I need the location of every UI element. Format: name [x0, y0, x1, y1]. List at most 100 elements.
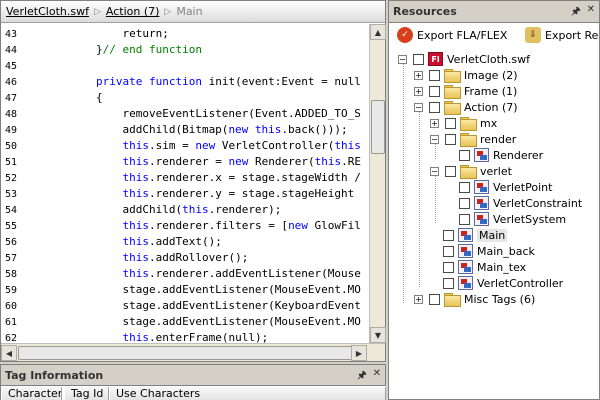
tree-item-main-back[interactable]: Main_back [443, 243, 535, 259]
tree-item-verletconstraint[interactable]: VerletConstraint [459, 195, 582, 211]
editor-vertical-scrollbar[interactable]: ▲ ▼ [369, 24, 386, 343]
code-text: stage.addEventListener(MouseEvent.MO [43, 283, 361, 296]
tree-item-render[interactable]: − render [430, 131, 516, 147]
collapse-icon[interactable]: − [398, 54, 407, 64]
code-line[interactable]: 45 [1, 58, 369, 74]
code-text: stage.addEventListener(MouseEvent.MO [43, 315, 361, 328]
code-line[interactable]: 49 addChild(Bitmap(new this.back())); [1, 122, 369, 138]
tree-checkbox[interactable] [429, 85, 440, 97]
tree-checkbox[interactable] [429, 293, 440, 305]
tree-checkbox[interactable] [443, 245, 454, 257]
code-line[interactable]: 56 this.addText(); [1, 234, 369, 250]
collapse-icon[interactable]: − [430, 134, 439, 144]
code-text: removeEventListener(Event.ADDED_TO_S [43, 107, 361, 120]
code-line[interactable]: 44 }// end function [1, 42, 369, 58]
export-resources-label: Export Reso [545, 28, 599, 42]
tree-checkbox[interactable] [445, 133, 456, 145]
tree-label: Main [477, 228, 508, 242]
resources-title: Resources [393, 5, 457, 18]
scroll-up-icon[interactable]: ▲ [370, 24, 386, 40]
code-line[interactable]: 43 return; [1, 26, 369, 42]
tree-item-main[interactable]: Main [443, 227, 508, 243]
editor-horizontal-scrollbar[interactable]: ◀ ▶ [1, 343, 385, 361]
expand-icon[interactable]: + [414, 70, 423, 80]
code-line[interactable]: 58 this.renderer.addEventListener(Mouse [1, 266, 369, 282]
folder-icon [444, 69, 461, 83]
scroll-right-icon[interactable]: ▶ [351, 345, 367, 361]
code-text: this.addText(); [122, 235, 222, 248]
tree-item-mx[interactable]: + mx [430, 115, 497, 131]
as-class-icon [474, 148, 489, 162]
tree-label: Renderer [493, 148, 544, 162]
tree-checkbox[interactable] [445, 165, 456, 177]
code-line[interactable]: 50 this.sim = new VerletController(this [1, 138, 369, 154]
code-line[interactable]: 46 private function init(event:Event = n… [1, 74, 369, 90]
collapse-icon[interactable]: − [414, 102, 423, 112]
column-header-use-characters[interactable]: Use Characters [110, 387, 386, 400]
code-line[interactable]: 54 addChild(this.renderer); [1, 202, 369, 218]
scroll-thumb-horizontal[interactable] [18, 346, 358, 360]
tree-checkbox[interactable] [443, 261, 454, 273]
tree-item-verletcontroller[interactable]: VerletController [443, 275, 563, 291]
tree-item-image[interactable]: + Image (2) [414, 67, 518, 83]
breadcrumb-item-action[interactable]: Action (7) [106, 5, 160, 18]
code-text-area[interactable]: 43 return; 44 }// end function 45 46 privat… [1, 24, 369, 343]
line-number: 51 [5, 157, 18, 168]
breadcrumb-item-swf[interactable]: VerletCloth.swf [6, 5, 89, 18]
tree-label: Main_tex [477, 260, 527, 274]
resources-tree: − Fl VerletCloth.swf + Image (2) + Frame… [389, 47, 599, 399]
export-resources-button[interactable]: ⇩ Export Reso [525, 26, 599, 44]
code-line[interactable]: 55 this.renderer.filters = [new GlowFil [1, 218, 369, 234]
tree-checkbox[interactable] [429, 69, 440, 81]
tree-item-verletpoint[interactable]: VerletPoint [459, 179, 552, 195]
tree-item-action[interactable]: − Action (7) [414, 99, 518, 115]
tree-checkbox[interactable] [459, 149, 470, 161]
tree-item-swf[interactable]: − Fl VerletCloth.swf [398, 51, 530, 67]
line-number: 44 [5, 45, 18, 56]
code-line[interactable]: 59 stage.addEventListener(MouseEvent.MO [1, 282, 369, 298]
code-line[interactable]: 52 this.renderer.x = stage.stageWidth / [1, 170, 369, 186]
close-icon[interactable]: ✕ [373, 368, 381, 385]
code-editor-panel: VerletCloth.swf ▷ Action (7) ▷ Main 43 r… [0, 0, 386, 362]
pin-icon[interactable]: 🖈 [357, 368, 366, 385]
code-line[interactable]: 61 stage.addEventListener(MouseEvent.MO [1, 314, 369, 330]
column-header-character[interactable]: Character [2, 387, 62, 400]
expand-icon[interactable]: + [430, 118, 439, 128]
as-class-icon [474, 212, 489, 226]
tree-item-frame[interactable]: + Frame (1) [414, 83, 517, 99]
scroll-left-icon[interactable]: ◀ [1, 345, 17, 361]
tree-item-misc-tags[interactable]: + Misc Tags (6) [414, 291, 535, 307]
close-icon[interactable]: ✕ [587, 4, 595, 21]
tree-checkbox[interactable] [459, 197, 470, 209]
tree-checkbox[interactable] [429, 101, 440, 113]
tree-checkbox[interactable] [413, 53, 424, 65]
tree-checkbox[interactable] [443, 229, 454, 241]
expand-icon[interactable]: + [414, 294, 423, 304]
expand-icon[interactable]: + [414, 86, 423, 96]
code-line[interactable]: 47 { [1, 90, 369, 106]
code-text: stage.addEventListener(KeyboardEvent [43, 299, 361, 312]
scroll-thumb[interactable] [371, 100, 385, 154]
column-header-tag-id[interactable]: Tag Id [65, 387, 109, 400]
tree-checkbox[interactable] [443, 277, 454, 289]
code-line[interactable]: 60 stage.addEventListener(KeyboardEvent [1, 298, 369, 314]
code-line[interactable]: 57 this.addRollover(); [1, 250, 369, 266]
pin-icon[interactable]: 🖈 [571, 4, 580, 21]
tree-item-verletsystem[interactable]: VerletSystem [459, 211, 566, 227]
as-class-icon [458, 244, 473, 258]
export-fla-button[interactable]: ✓ Export FLA/FLEX [397, 26, 507, 44]
tree-item-renderer[interactable]: Renderer [459, 147, 543, 163]
tree-checkbox[interactable] [459, 181, 470, 193]
tree-checkbox[interactable] [445, 117, 456, 129]
tree-label: VerletSystem [493, 212, 567, 226]
code-line[interactable]: 51 this.renderer = new Renderer(this.RE [1, 154, 369, 170]
code-line[interactable]: 53 this.renderer.y = stage.stageHeight [1, 186, 369, 202]
code-line[interactable]: 62 this.enterFrame(null); [1, 330, 369, 343]
tree-checkbox[interactable] [459, 213, 470, 225]
collapse-icon[interactable]: − [430, 166, 439, 176]
code-line[interactable]: 48 removeEventListener(Event.ADDED_TO_S [1, 106, 369, 122]
scroll-down-icon[interactable]: ▼ [370, 327, 386, 343]
tree-item-main-tex[interactable]: Main_tex [443, 259, 526, 275]
breadcrumb-current: Main [176, 5, 203, 18]
tree-item-verlet[interactable]: − verlet [430, 163, 512, 179]
